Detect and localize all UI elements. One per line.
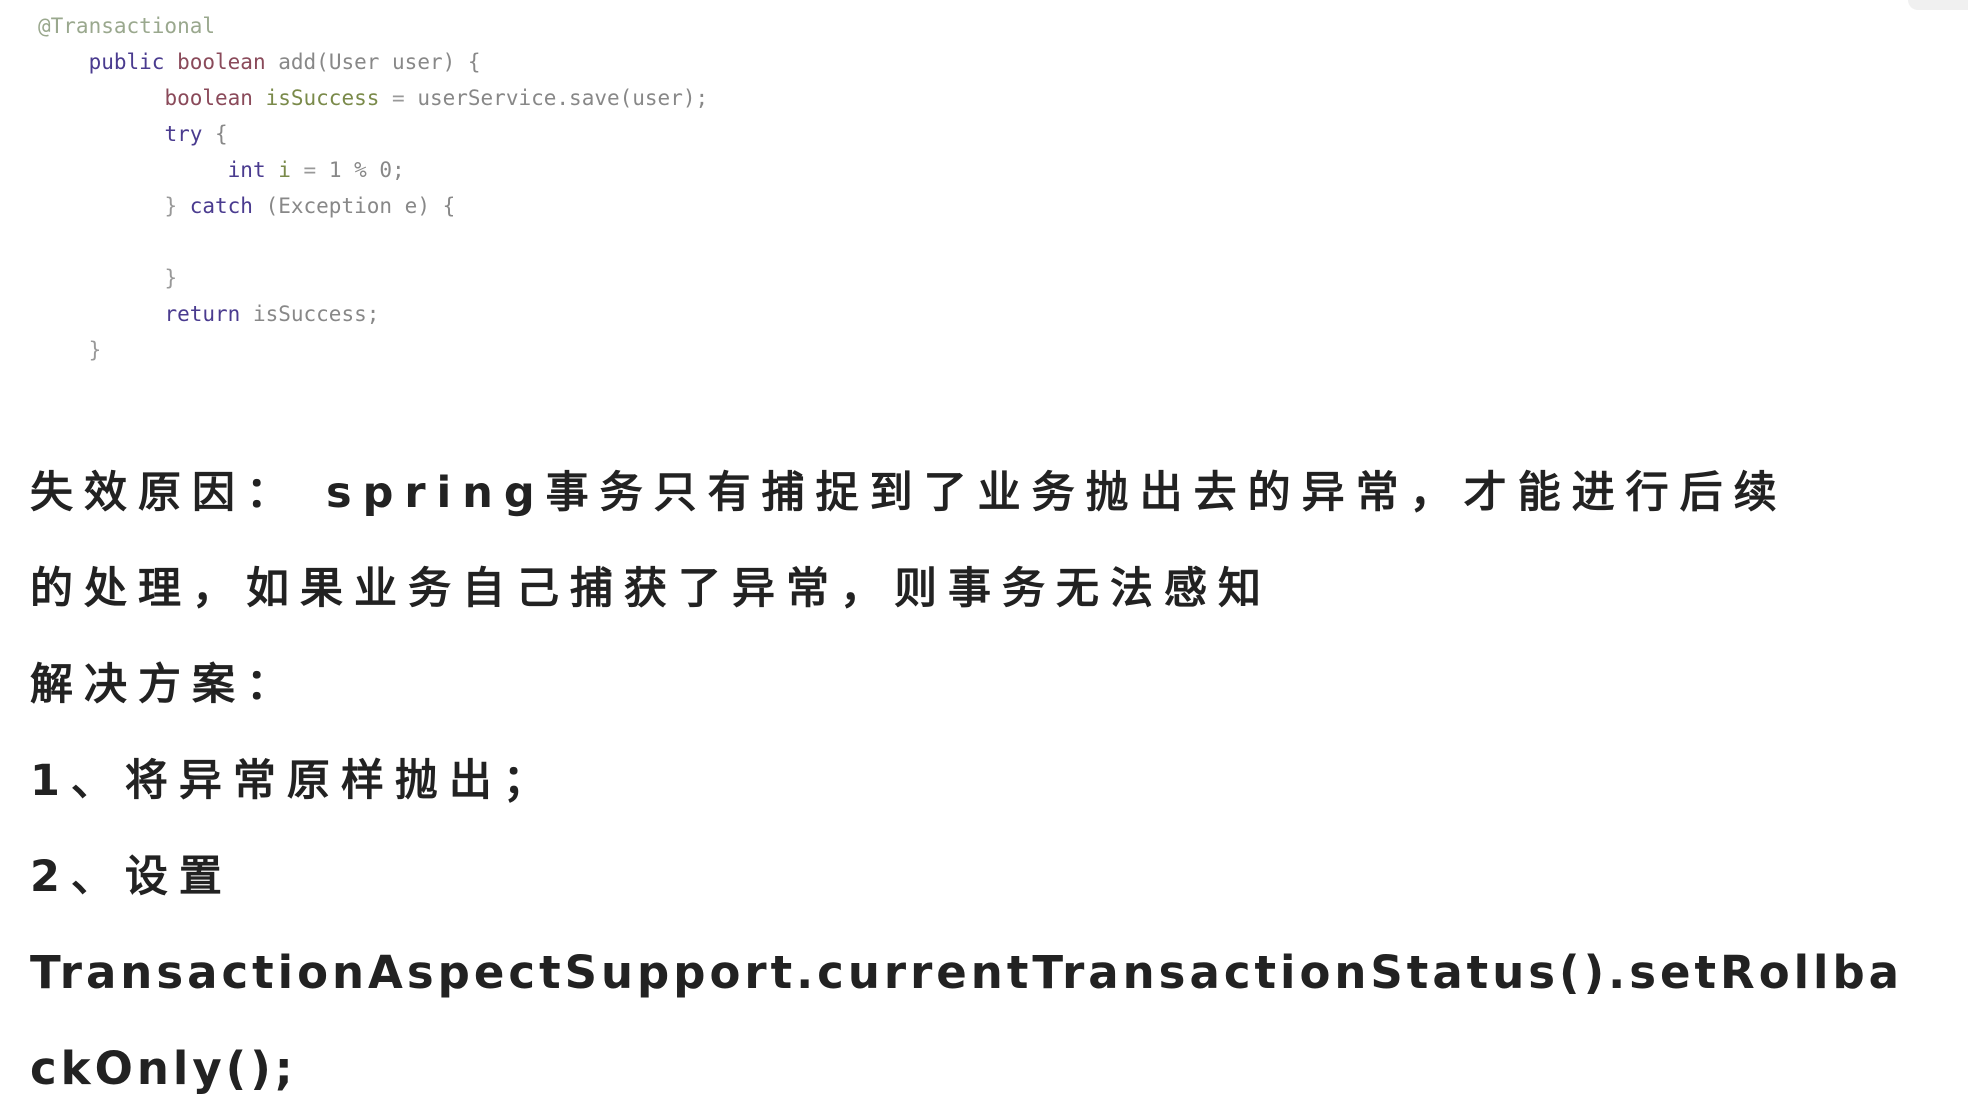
code-token: int	[227, 158, 279, 182]
code-token: =	[379, 86, 418, 110]
solution-item-2: 2、设置	[30, 852, 233, 902]
code-token: add(User user) {	[278, 50, 481, 74]
code-token: =	[290, 158, 329, 182]
code-line: int i = 1 % 0;	[38, 152, 708, 188]
solution-item-1: 1、将异常原样抛出；	[30, 756, 557, 806]
code-line: boolean isSuccess = userService.save(use…	[38, 80, 708, 116]
code-token: isSuccess	[265, 86, 380, 110]
code-token: i	[278, 158, 291, 182]
corner-decoration	[1908, 0, 1968, 10]
code-line: public boolean add(User user) {	[38, 44, 708, 80]
code-token: }	[164, 194, 190, 218]
code-token: boolean	[177, 50, 279, 74]
solution-heading: 解决方案：	[30, 660, 300, 710]
code-token: try	[164, 122, 203, 146]
explanation-text: 失效原因： spring事务只有捕捉到了业务抛出去的异常，才能进行后续 的处理，…	[30, 445, 1950, 1117]
code-token: (Exception e) {	[252, 194, 456, 218]
code-line: } catch (Exception e) {	[38, 188, 708, 224]
code-token: return	[164, 302, 253, 326]
code-token: }	[164, 266, 178, 290]
code-token: userService.save(user);	[417, 86, 709, 110]
code-line: }	[38, 332, 708, 368]
code-token: isSuccess;	[252, 302, 380, 326]
code-token: boolean	[164, 86, 266, 110]
code-line: try {	[38, 116, 708, 152]
code-line: }	[38, 260, 708, 296]
cause-line-2: 的处理，如果业务自己捕获了异常，则事务无法感知	[30, 564, 1272, 614]
cause-line-1: 失效原因： spring事务只有捕捉到了业务抛出去的异常，才能进行后续	[30, 468, 1788, 518]
solution-code-line-1: TransactionAspectSupport.currentTransact…	[30, 946, 1904, 999]
code-line: return isSuccess;	[38, 296, 708, 332]
code-token: @Transactional	[38, 14, 216, 38]
solution-code-line-2: ckOnly();	[30, 1042, 297, 1095]
code-token: {	[202, 122, 228, 146]
code-token: catch	[189, 194, 253, 218]
code-token: public	[88, 50, 178, 74]
code-snippet: @Transactional public boolean add(User u…	[38, 8, 708, 368]
code-token: 1 % 0;	[328, 158, 405, 182]
code-token: }	[88, 338, 102, 362]
code-line: @Transactional	[38, 8, 708, 44]
